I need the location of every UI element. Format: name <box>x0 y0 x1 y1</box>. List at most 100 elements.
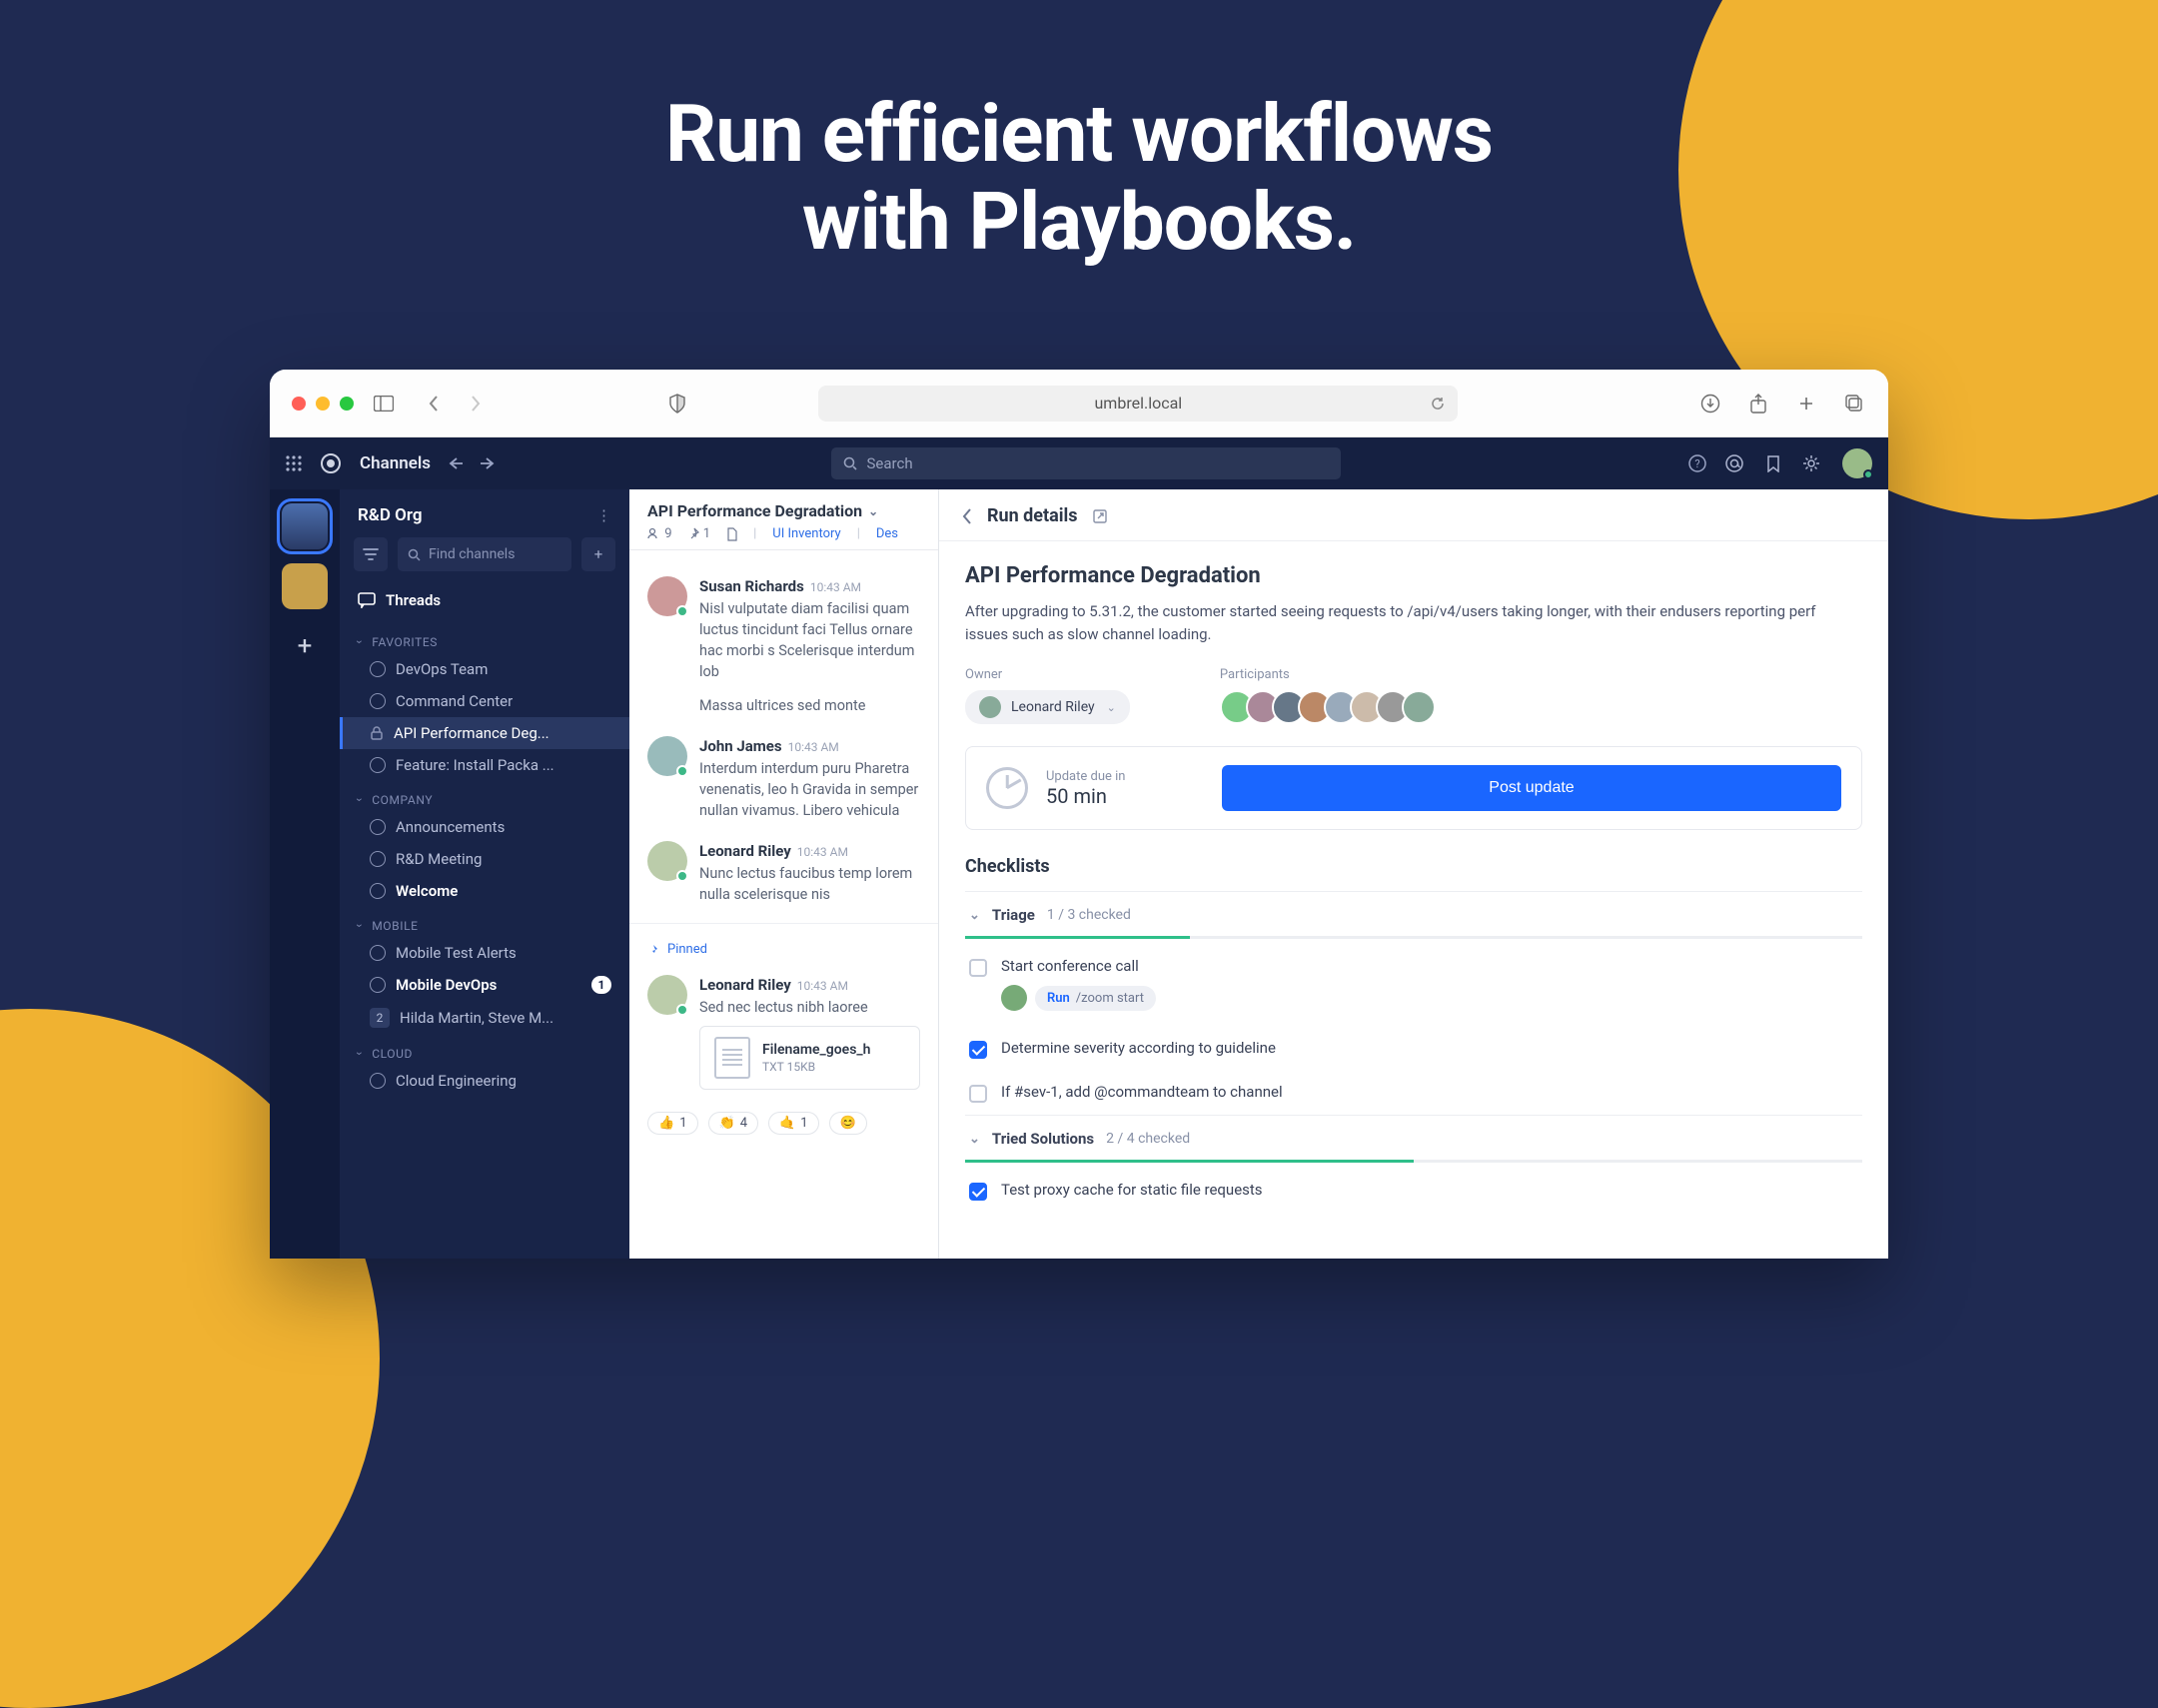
channel-item[interactable]: DevOps Team <box>340 653 629 685</box>
apps-grid-icon[interactable] <box>286 455 302 471</box>
checkbox[interactable] <box>969 1041 987 1059</box>
help-icon[interactable]: ? <box>1688 454 1706 472</box>
message-time: 10:43 AM <box>797 845 848 859</box>
channel-item[interactable]: Announcements <box>340 811 629 843</box>
global-search-input[interactable]: Search <box>831 447 1341 479</box>
reaction-emoji: 😊 <box>840 1116 856 1131</box>
message-body: Nisl vulputate diam facilisi quam luctus… <box>699 598 920 682</box>
url-input[interactable]: umbrel.local <box>818 386 1458 422</box>
panel-back-button[interactable] <box>961 507 973 525</box>
refresh-icon[interactable] <box>1430 396 1446 412</box>
checklist-header[interactable]: ⌄Tried Solutions2 / 4 checked <box>965 1116 1862 1160</box>
add-server-button[interactable]: + <box>282 623 328 669</box>
message-avatar[interactable] <box>647 841 687 881</box>
due-label: Update due in <box>1046 769 1125 784</box>
channel-item[interactable]: Welcome <box>340 875 629 907</box>
threads-icon <box>358 592 376 608</box>
channel-item[interactable]: R&D Meeting <box>340 843 629 875</box>
message-author[interactable]: Leonard Riley <box>699 842 791 860</box>
saved-icon[interactable] <box>1766 454 1780 472</box>
reaction-chip[interactable]: 👏4 <box>708 1112 759 1135</box>
participant-avatar[interactable] <box>1402 690 1436 724</box>
minimize-window-button[interactable] <box>316 397 330 411</box>
shield-icon[interactable] <box>665 392 689 416</box>
message-avatar[interactable] <box>647 736 687 776</box>
channel-item[interactable]: Mobile DevOps1 <box>340 969 629 1001</box>
channel-item[interactable]: Mobile Test Alerts <box>340 937 629 969</box>
file-icon[interactable] <box>726 527 737 541</box>
checklist-header[interactable]: ⌄Triage1 / 3 checked <box>965 892 1862 936</box>
checkbox[interactable] <box>969 1085 987 1103</box>
add-channel-button[interactable]: + <box>581 537 615 571</box>
search-icon <box>843 456 857 470</box>
message-body: Massa ultrices sed monte <box>699 695 865 716</box>
server-tile-2[interactable] <box>282 563 328 609</box>
tabs-icon[interactable] <box>1842 392 1866 416</box>
new-tab-icon[interactable] <box>1794 392 1818 416</box>
run-command-chip[interactable]: Run/zoom start <box>1035 986 1156 1011</box>
chevron-down-icon[interactable]: ⌄ <box>868 504 878 518</box>
nav-forward-button[interactable] <box>464 392 488 416</box>
participants-list[interactable] <box>1220 690 1436 724</box>
message-author[interactable]: Susan Richards <box>699 577 804 595</box>
popout-icon[interactable] <box>1092 508 1108 524</box>
checkbox[interactable] <box>969 959 987 977</box>
channel-name: R&D Meeting <box>396 850 482 868</box>
file-attachment[interactable]: Filename_goes_hTXT 15KB <box>699 1026 920 1090</box>
run-title: API Performance Degradation <box>965 563 1862 588</box>
section-company[interactable]: COMPANY <box>340 781 629 811</box>
threads-item[interactable]: Threads <box>340 583 629 617</box>
due-value: 50 min <box>1046 784 1125 808</box>
close-window-button[interactable] <box>292 397 306 411</box>
app-logo-icon[interactable] <box>320 452 342 474</box>
message-author[interactable]: John James <box>699 737 782 755</box>
url-text: umbrel.local <box>1094 394 1182 413</box>
channel-title[interactable]: API Performance Degradation <box>647 501 862 520</box>
downloads-icon[interactable] <box>1698 392 1722 416</box>
maximize-window-button[interactable] <box>340 397 354 411</box>
reaction-chip[interactable]: 👍1 <box>647 1112 698 1135</box>
nav-back-button[interactable] <box>422 392 446 416</box>
checklist-progress: 1 / 3 checked <box>1047 907 1131 923</box>
history-forward-button[interactable] <box>479 456 495 470</box>
reaction-chip[interactable]: 🤙1 <box>768 1112 819 1135</box>
dm-count-badge: 2 <box>370 1008 390 1028</box>
pins-count[interactable]: 1 <box>688 526 711 541</box>
assignee-avatar[interactable] <box>1001 985 1027 1011</box>
post-update-button[interactable]: Post update <box>1222 765 1841 811</box>
message-author[interactable]: Leonard Riley <box>699 976 791 994</box>
reaction-chip[interactable]: 😊 <box>829 1112 867 1135</box>
filter-button[interactable] <box>354 537 388 571</box>
section-mobile[interactable]: MOBILE <box>340 907 629 937</box>
members-count[interactable]: 9 <box>647 526 672 541</box>
org-menu-icon[interactable]: ⋮ <box>596 506 611 524</box>
update-card: Update due in 50 min Post update <box>965 746 1862 830</box>
settings-icon[interactable] <box>1802 454 1820 472</box>
find-channels-input[interactable]: Find channels <box>398 537 571 571</box>
channel-item[interactable]: Cloud Engineering <box>340 1065 629 1097</box>
history-back-button[interactable] <box>449 456 465 470</box>
server-tile-1[interactable] <box>282 503 328 549</box>
mentions-icon[interactable] <box>1724 453 1744 473</box>
channel-item[interactable]: 2Hilda Martin, Steve M... <box>340 1001 629 1035</box>
checklist-text: Start conference call <box>1001 957 1156 975</box>
message-avatar[interactable] <box>647 576 687 616</box>
sidebar-toggle-icon[interactable] <box>372 392 396 416</box>
traffic-lights <box>292 397 354 411</box>
checkbox[interactable] <box>969 1183 987 1201</box>
checklist-text: If #sev-1, add @commandteam to channel <box>1001 1083 1283 1101</box>
header-link-2[interactable]: Des <box>876 526 898 541</box>
share-icon[interactable] <box>1746 392 1770 416</box>
section-favorites[interactable]: FAVORITES <box>340 623 629 653</box>
message-avatar[interactable] <box>647 975 687 1015</box>
channel-item[interactable]: Feature: Install Packa ... <box>340 749 629 781</box>
file-meta: TXT 15KB <box>762 1060 870 1074</box>
header-link-1[interactable]: UI Inventory <box>772 526 840 541</box>
channel-item[interactable]: Command Center <box>340 685 629 717</box>
channel-item[interactable]: API Performance Deg... <box>340 717 629 749</box>
section-cloud[interactable]: CLOUD <box>340 1035 629 1065</box>
owner-select[interactable]: Leonard Riley ⌄ <box>965 690 1130 724</box>
user-avatar[interactable] <box>1842 448 1872 478</box>
channel-name: Welcome <box>396 882 458 900</box>
org-name[interactable]: R&D Org <box>358 505 423 525</box>
